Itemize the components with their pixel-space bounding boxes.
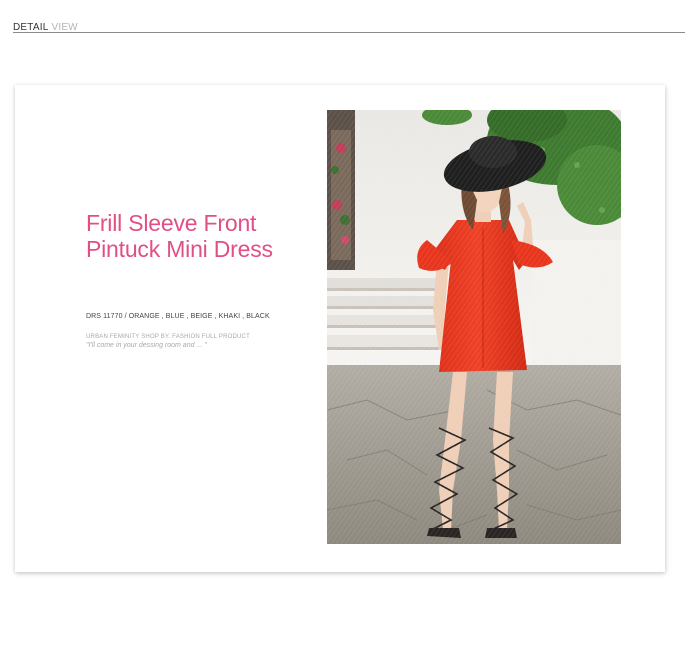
detail-view-header: DETAIL VIEW	[13, 17, 685, 33]
product-title: Frill Sleeve Front Pintuck Mini Dress	[86, 210, 273, 262]
product-code-colors: DRS 11770 / ORANGE , BLUE , BEIGE , KHAK…	[86, 313, 270, 320]
product-photo-illustration	[327, 110, 621, 544]
shop-tagline: URBAN FEMINITY SHOP BY. FASHION FULL PRO…	[86, 334, 250, 340]
shop-quote: "I'll come in your dessing room and ... …	[86, 342, 207, 349]
product-photo	[327, 110, 621, 544]
header-label-primary: DETAIL	[13, 22, 49, 33]
header-label-secondary: VIEW	[51, 22, 78, 33]
